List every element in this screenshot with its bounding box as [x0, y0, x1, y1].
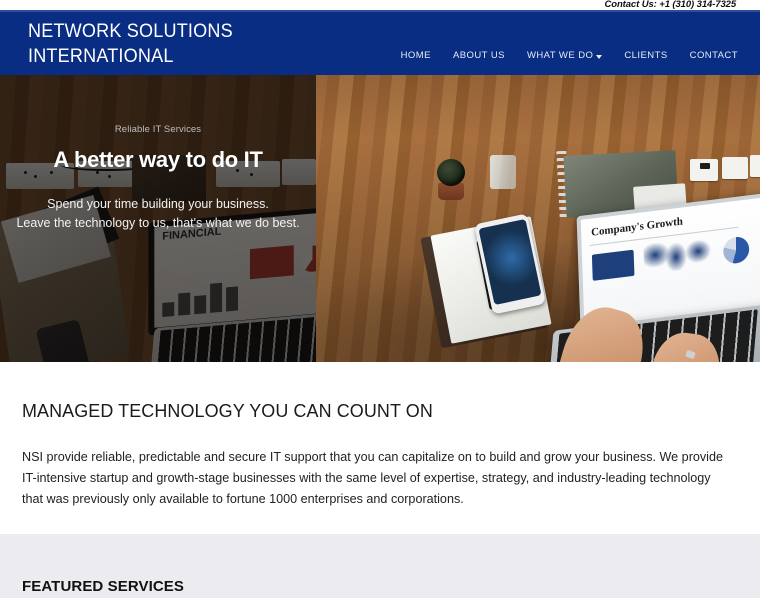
nav-item-home-label: HOME [400, 50, 431, 61]
main-content-section: MANAGED TECHNOLOGY YOU CAN COUNT ON NSI … [0, 362, 760, 534]
nav-item-home[interactable]: HOME [401, 50, 431, 61]
hero-banner: Company's Growth Reliable IT Services A … [0, 75, 760, 362]
logo-line-2: INTERNATIONAL [28, 46, 174, 67]
hero-subheading: Spend your time building your business. … [0, 195, 316, 233]
featured-services-section: FEATURED SERVICES [0, 534, 760, 598]
chevron-down-icon [596, 54, 603, 59]
nav-item-contact[interactable]: CONTACT [690, 50, 738, 61]
laptop-screen-donut-chart [722, 235, 750, 265]
site-header: NETWORK SOLUTIONS INTERNATIONAL HOME ABO… [0, 12, 760, 75]
section-heading: MANAGED TECHNOLOGY YOU CAN COUNT ON [22, 400, 433, 421]
featured-services-heading: FEATURED SERVICES [22, 578, 185, 595]
nav-item-clients-label: CLIENTS [624, 50, 668, 61]
nav-item-clients[interactable]: CLIENTS [624, 50, 667, 61]
white-keyboard-key-2 [722, 157, 748, 179]
white-keyboard-key-3 [750, 155, 760, 177]
laptop-screen-world-map [643, 235, 716, 275]
nav-item-what-we-do-label: WHAT WE DO [526, 50, 594, 61]
top-contact-bar: Contact Us: +1 (310) 314-7325 [0, 0, 760, 12]
hero-subheading-line-2: Leave the technology to us, that's what … [16, 216, 300, 230]
contact-phone-text[interactable]: Contact Us: +1 (310) 314-7325 [605, 0, 737, 10]
laptop-screen-stat-box [591, 249, 635, 281]
hero-subheading-line-1: Spend your time building your business. [47, 197, 269, 211]
hero-eyebrow: Reliable IT Services [114, 124, 202, 135]
site-logo[interactable]: NETWORK SOLUTIONS INTERNATIONAL [28, 19, 233, 69]
nav-item-about-us[interactable]: ABOUT US [453, 50, 505, 61]
nav-item-what-we-do[interactable]: WHAT WE DO [526, 50, 603, 61]
hero-heading: A better way to do IT [53, 147, 263, 172]
logo-line-1: NETWORK SOLUTIONS [28, 21, 233, 42]
cactus-plant [437, 159, 465, 186]
water-bottle [490, 155, 516, 189]
main-navigation: HOME ABOUT US WHAT WE DO CLIENTS CONTACT [401, 50, 738, 61]
white-keyboard-keyhole [700, 163, 710, 169]
nav-item-contact-label: CONTACT [689, 50, 738, 61]
section-paragraph: NSI provide reliable, predictable and se… [22, 450, 723, 506]
hero-text-block: Reliable IT Services A better way to do … [0, 75, 316, 233]
nav-item-about-us-label: ABOUT US [452, 50, 505, 61]
